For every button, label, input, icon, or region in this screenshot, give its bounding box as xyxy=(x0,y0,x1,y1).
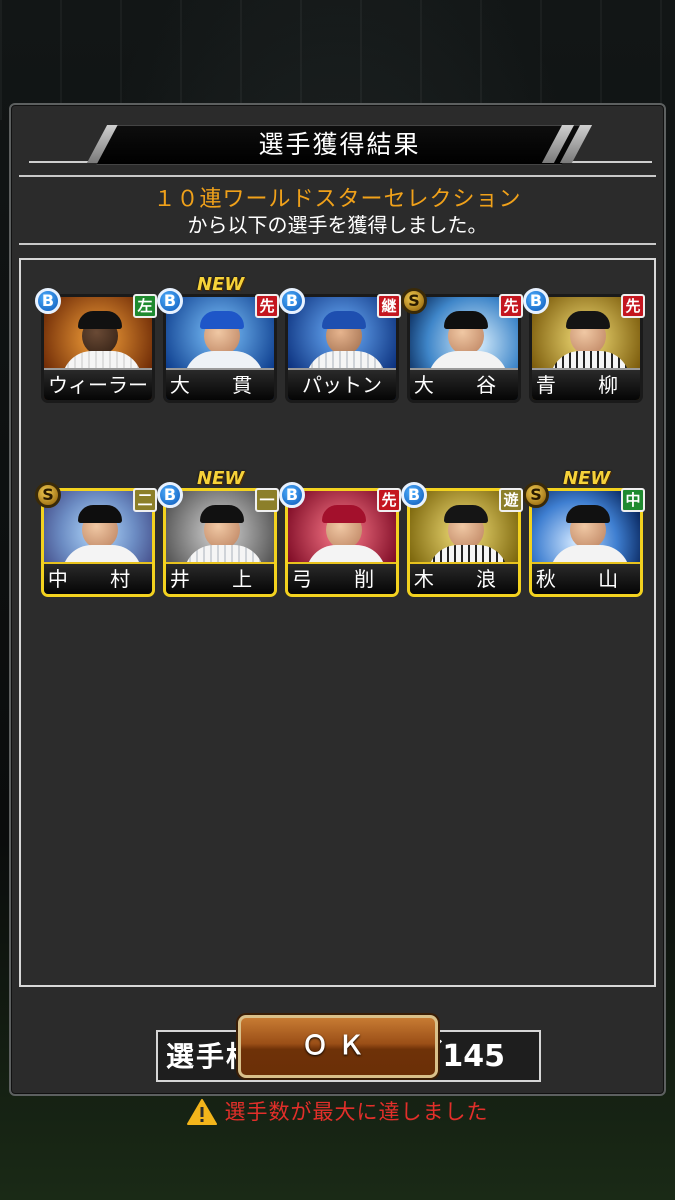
position-badge: 先 xyxy=(255,294,279,318)
new-badge: NEW xyxy=(197,274,245,295)
player-name: 大 谷 xyxy=(413,373,515,397)
rank-badge: S xyxy=(401,288,427,314)
player-cap xyxy=(566,311,610,329)
player-cap xyxy=(322,505,366,523)
player-cap xyxy=(78,505,122,523)
warning-text: 選手数が最大に達しました xyxy=(224,1100,489,1124)
position-badge: 遊 xyxy=(499,488,523,512)
position-badge: 二 xyxy=(133,488,157,512)
player-card[interactable]: B 遊 木 浪 xyxy=(401,482,523,597)
player-cap xyxy=(78,311,122,329)
warning-message: 選手数が最大に達しました xyxy=(21,1098,654,1126)
acquired-message: から以下の選手を獲得しました。 xyxy=(187,213,488,237)
player-card[interactable]: NEW B 一 井 上 xyxy=(157,468,279,597)
player-cap xyxy=(444,311,488,329)
position-badge: 一 xyxy=(255,488,279,512)
rank-badge: B xyxy=(523,288,549,314)
new-badge: NEW xyxy=(197,468,245,489)
player-name: 弓 削 xyxy=(291,567,393,591)
separator-bottom xyxy=(19,243,656,245)
separator-top xyxy=(19,175,656,177)
title-bar: 選手獲得結果 xyxy=(19,125,660,165)
warning-icon xyxy=(186,1099,217,1125)
rank-badge: B xyxy=(157,482,183,508)
player-name: 秋 山 xyxy=(535,567,637,591)
player-card[interactable]: B 先 弓 削 xyxy=(279,482,401,597)
rank-badge: B xyxy=(401,482,427,508)
rank-badge: B xyxy=(35,288,61,314)
player-card[interactable]: NEW S 中 秋 山 xyxy=(523,468,645,597)
player-cap xyxy=(200,505,244,523)
player-name: 木 浪 xyxy=(413,567,515,591)
rank-badge: B xyxy=(279,482,305,508)
ok-button[interactable]: ＯＫ xyxy=(238,1015,438,1078)
new-badge: NEW xyxy=(563,468,611,489)
player-card[interactable]: B 左 ウィーラー xyxy=(35,288,157,403)
stadium-light-rails xyxy=(0,0,675,120)
player-name: 井 上 xyxy=(169,567,271,591)
player-cap xyxy=(200,311,244,329)
player-cap xyxy=(566,505,610,523)
player-name: 中 村 xyxy=(47,567,149,591)
rank-badge: S xyxy=(523,482,549,508)
player-name: ウィーラー xyxy=(48,373,148,397)
rank-badge: B xyxy=(279,288,305,314)
player-name: 大 貫 xyxy=(169,373,271,397)
result-dialog: 選手獲得結果 １０連ワールドスターセレクション から以下の選手を獲得しました。 … xyxy=(9,103,666,1125)
player-card[interactable]: NEW B 先 大 貫 xyxy=(157,274,279,403)
player-name: 青 柳 xyxy=(535,373,637,397)
player-card[interactable]: S 二 中 村 xyxy=(35,482,157,597)
dialog-title: 選手獲得結果 xyxy=(258,130,421,159)
player-card[interactable]: B 先 青 柳 xyxy=(523,288,645,403)
position-badge: 左 xyxy=(133,294,157,318)
position-badge: 継 xyxy=(377,294,401,318)
player-card[interactable]: B 継 パットン xyxy=(279,288,401,403)
position-badge: 中 xyxy=(621,488,645,512)
rank-badge: S xyxy=(35,482,61,508)
position-badge: 先 xyxy=(499,294,523,318)
player-cap xyxy=(322,311,366,329)
position-badge: 先 xyxy=(377,488,401,512)
player-name: パットン xyxy=(302,373,382,397)
position-badge: 先 xyxy=(621,294,645,318)
player-card[interactable]: S 先 大 谷 xyxy=(401,288,523,403)
rank-badge: B xyxy=(157,288,183,314)
player-cap xyxy=(444,505,488,523)
player-card-panel: B 左 ウィーラー NEW B 先 大 貫 B 継 パットン S 先 大 谷 B… xyxy=(19,258,656,1125)
